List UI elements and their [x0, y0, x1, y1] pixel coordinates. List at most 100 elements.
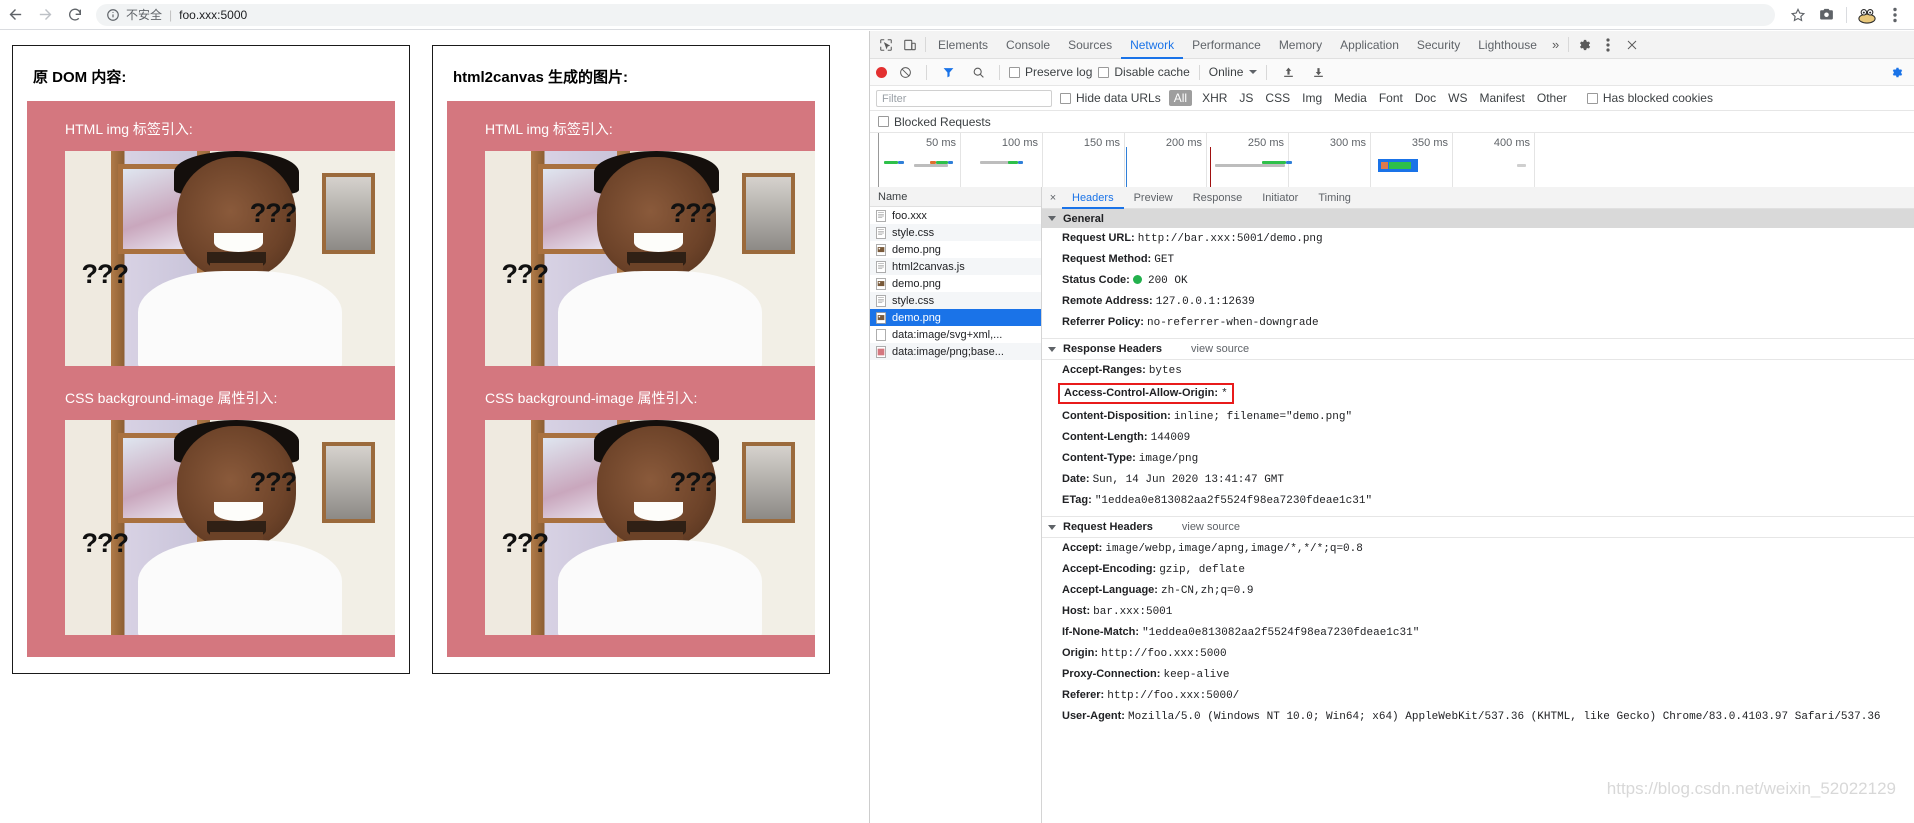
export-har-icon[interactable] [1306, 60, 1330, 84]
omnibox-separator: | [169, 7, 173, 22]
close-detail-icon[interactable]: × [1044, 192, 1062, 204]
inspect-element-icon[interactable] [874, 33, 898, 57]
close-icon[interactable] [1620, 33, 1644, 57]
gear-icon[interactable] [1572, 33, 1596, 57]
chevron-down-icon[interactable] [1048, 346, 1056, 352]
request-row-style-css-1[interactable]: style.css [870, 224, 1041, 241]
request-row-demo-png-1[interactable]: demo.png [870, 241, 1041, 258]
tab-network[interactable]: Network [1121, 31, 1183, 59]
tab-performance[interactable]: Performance [1183, 31, 1270, 59]
request-name: html2canvas.js [892, 260, 965, 273]
request-list-header-name[interactable]: Name [870, 187, 1041, 207]
clear-requests-icon[interactable] [893, 60, 917, 84]
header-row-proxy-connection: Proxy-Connection: keep-alive [1042, 664, 1914, 685]
device-toolbar-icon[interactable] [898, 33, 922, 57]
filter-type-doc[interactable]: Doc [1413, 91, 1438, 105]
request-row-demo-png-2[interactable]: demo.png [870, 275, 1041, 292]
search-icon[interactable] [966, 60, 990, 84]
wall-picture-frame-secondary [742, 172, 796, 255]
checkbox-box[interactable] [1098, 66, 1110, 78]
tab-application[interactable]: Application [1331, 31, 1408, 59]
filter-type-other[interactable]: Other [1535, 91, 1569, 105]
blocked-requests-checkbox[interactable]: Blocked Requests [878, 115, 991, 129]
image-file-icon [876, 311, 886, 324]
request-row-data-svg[interactable]: data:image/svg+xml,... [870, 326, 1041, 343]
request-list[interactable]: Name foo.xxx style.css demo.png html2can… [870, 187, 1042, 823]
reload-icon[interactable] [60, 0, 90, 30]
detail-tab-response[interactable]: Response [1183, 187, 1253, 209]
back-arrow-icon[interactable] [0, 0, 30, 30]
forward-arrow-icon[interactable] [30, 0, 60, 30]
image-file-icon [876, 243, 886, 256]
detail-tab-initiator[interactable]: Initiator [1252, 187, 1308, 209]
import-har-icon[interactable] [1276, 60, 1300, 84]
detail-tab-timing[interactable]: Timing [1308, 187, 1361, 209]
throttling-select[interactable]: Online [1209, 65, 1258, 79]
chevron-down-icon[interactable] [1048, 524, 1056, 530]
disable-cache-checkbox[interactable]: Disable cache [1098, 65, 1190, 79]
person-shirt [557, 271, 763, 366]
hide-data-urls-checkbox[interactable]: Hide data URLs [1060, 91, 1161, 105]
tab-elements[interactable]: Elements [929, 31, 997, 59]
has-blocked-cookies-label: Has blocked cookies [1602, 91, 1713, 105]
chevron-double-right-icon[interactable]: » [1546, 37, 1565, 52]
filter-type-img[interactable]: Img [1300, 91, 1324, 105]
three-dot-menu-icon[interactable] [1882, 2, 1908, 28]
load-event-line [1210, 147, 1211, 190]
header-row-access-control-allow-origin: Access-Control-Allow-Origin: * [1042, 381, 1914, 406]
filter-type-xhr[interactable]: XHR [1200, 91, 1229, 105]
header-row-status-code: Status Code: 200 OK [1042, 270, 1914, 291]
three-dot-menu-icon[interactable] [1596, 33, 1620, 57]
response-headers-section-header[interactable]: Response Headers view source [1042, 338, 1914, 360]
filter-type-css[interactable]: CSS [1263, 91, 1292, 105]
has-blocked-cookies-checkbox[interactable]: Has blocked cookies [1586, 91, 1713, 105]
checkbox-box[interactable] [1009, 66, 1020, 78]
filter-type-js[interactable]: JS [1237, 91, 1255, 105]
timeline-request-bar [1262, 161, 1286, 164]
filter-funnel-icon[interactable] [936, 60, 960, 84]
tab-security[interactable]: Security [1408, 31, 1469, 59]
person-smile [213, 501, 263, 522]
header-row-date: Date: Sun, 14 Jun 2020 13:41:47 GMT [1042, 469, 1914, 490]
timeline-selection-window[interactable] [1378, 159, 1418, 172]
filter-type-all[interactable]: All [1168, 90, 1193, 106]
checkbox-box[interactable] [1586, 92, 1598, 104]
request-row-foo-xxx[interactable]: foo.xxx [870, 207, 1041, 224]
request-headers-section-header[interactable]: Request Headers view source [1042, 516, 1914, 538]
filter-type-ws[interactable]: WS [1446, 91, 1469, 105]
network-toolbar: Preserve log Disable cache Online [870, 59, 1914, 86]
view-source-link-response[interactable]: view source [1191, 343, 1249, 355]
chevron-down-icon[interactable] [1249, 70, 1258, 74]
address-bar[interactable]: 不安全 | foo.xxx:5000 [96, 3, 1775, 26]
profile-avatar-icon[interactable] [1854, 2, 1880, 28]
detail-tab-preview[interactable]: Preview [1124, 187, 1183, 209]
header-key: Access-Control-Allow-Origin: [1064, 387, 1219, 399]
tab-lighthouse[interactable]: Lighthouse [1469, 31, 1546, 59]
network-settings-gear-icon[interactable] [1884, 60, 1908, 84]
network-overview-timeline[interactable]: 50 ms 100 ms 150 ms 200 ms 250 ms 300 ms… [870, 133, 1914, 191]
tab-console[interactable]: Console [997, 31, 1059, 59]
preserve-log-checkbox[interactable]: Preserve log [1009, 65, 1092, 79]
screenshot-camera-icon[interactable] [1813, 2, 1839, 28]
request-row-style-css-2[interactable]: style.css [870, 292, 1041, 309]
filter-input[interactable]: Filter [876, 89, 1052, 107]
tab-memory[interactable]: Memory [1270, 31, 1331, 59]
request-name: foo.xxx [892, 209, 927, 222]
request-row-demo-png-selected[interactable]: demo.png [870, 309, 1041, 326]
filter-type-manifest[interactable]: Manifest [1478, 91, 1527, 105]
view-source-link-request[interactable]: view source [1182, 521, 1240, 533]
checkbox-box[interactable] [1060, 92, 1071, 104]
general-section-header[interactable]: General [1042, 209, 1914, 228]
checkbox-box[interactable] [878, 116, 889, 127]
request-row-data-png[interactable]: data:image/png;base... [870, 343, 1041, 360]
tab-sources[interactable]: Sources [1059, 31, 1121, 59]
hide-data-urls-label: Hide data URLs [1076, 91, 1161, 105]
bookmark-star-icon[interactable] [1785, 2, 1811, 28]
info-circle-icon[interactable] [106, 8, 120, 22]
filter-type-media[interactable]: Media [1332, 91, 1369, 105]
chevron-down-icon[interactable] [1048, 216, 1056, 221]
request-row-html2canvas-js[interactable]: html2canvas.js [870, 258, 1041, 275]
filter-type-font[interactable]: Font [1377, 91, 1405, 105]
record-button-icon[interactable] [876, 66, 887, 78]
detail-tab-headers[interactable]: Headers [1062, 187, 1124, 209]
